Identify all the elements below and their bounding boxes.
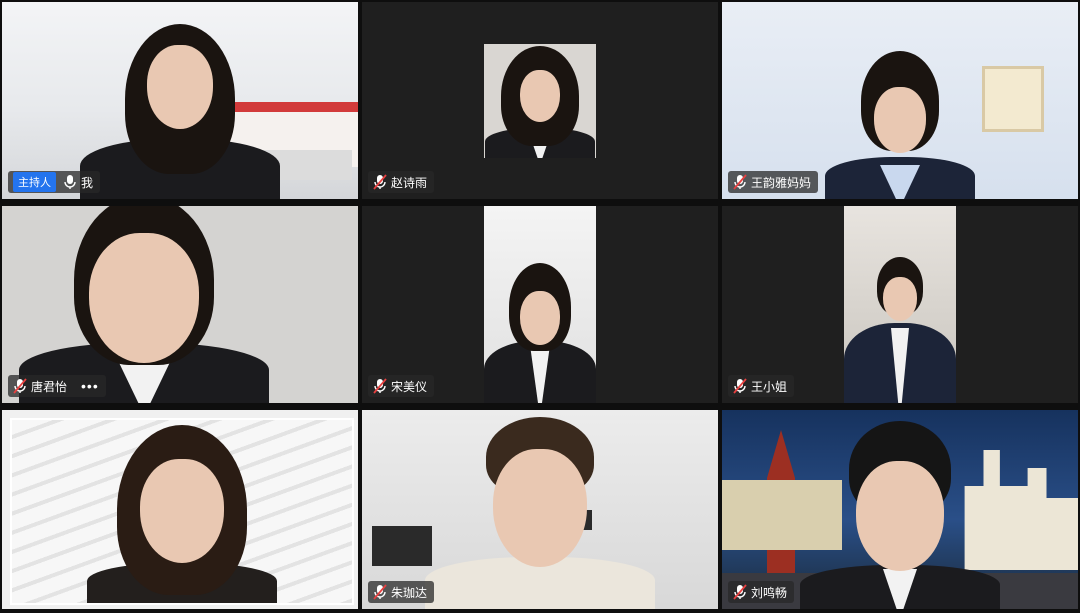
microphone-muted-icon[interactable] — [373, 584, 387, 600]
participant-name: 朱珈达 — [391, 585, 428, 600]
participant-label: 刘鸣畅 — [728, 581, 795, 603]
participant-label: 唐君怡 ••• — [8, 375, 106, 397]
video-tile-7[interactable] — [2, 410, 358, 609]
participant-label: 王小姐 — [728, 375, 795, 397]
participant-video — [844, 206, 956, 403]
participant-label: 宋美仪 — [368, 375, 435, 397]
participant-name: 宋美仪 — [391, 379, 428, 394]
participant-label: 赵诗雨 — [368, 171, 435, 193]
microphone-icon[interactable] — [63, 174, 77, 190]
video-tile-2[interactable]: 赵诗雨 — [362, 2, 718, 199]
microphone-muted-icon[interactable] — [13, 378, 27, 394]
microphone-muted-icon[interactable] — [733, 378, 747, 394]
microphone-muted-icon[interactable] — [733, 174, 747, 190]
video-tile-3[interactable]: 王韵雅妈妈 — [722, 2, 1078, 199]
participant-video — [722, 410, 1078, 609]
video-tile-6[interactable]: 王小姐 — [722, 206, 1078, 403]
video-tile-1[interactable]: 主持人 我 — [2, 2, 358, 199]
participant-label: 朱珈达 — [368, 581, 435, 603]
more-dots-icon[interactable]: ••• — [81, 379, 99, 393]
participant-video — [484, 44, 596, 158]
participant-video — [722, 2, 1078, 199]
participant-video — [2, 206, 358, 403]
participant-video — [484, 206, 596, 403]
host-badge: 主持人 — [13, 172, 56, 192]
participant-label: 王韵雅妈妈 — [728, 171, 819, 193]
participant-name: 赵诗雨 — [391, 175, 428, 190]
video-tile-4[interactable]: 唐君怡 ••• — [2, 206, 358, 403]
participant-label: 主持人 我 — [8, 171, 101, 193]
participant-name: 我 — [81, 175, 94, 190]
microphone-muted-icon[interactable] — [373, 174, 387, 190]
video-tile-8[interactable]: 朱珈达 — [362, 410, 718, 609]
participant-name: 王小姐 — [751, 379, 788, 394]
participant-video — [2, 2, 358, 199]
video-tile-9[interactable]: 刘鸣畅 — [722, 410, 1078, 609]
microphone-muted-icon[interactable] — [733, 584, 747, 600]
participant-name: 唐君怡 — [31, 379, 68, 394]
participant-name: 刘鸣畅 — [751, 585, 788, 600]
microphone-muted-icon[interactable] — [373, 378, 387, 394]
participant-video — [10, 418, 354, 605]
video-tile-5[interactable]: 宋美仪 — [362, 206, 718, 403]
participant-name: 王韵雅妈妈 — [751, 175, 812, 190]
participant-video — [362, 410, 718, 609]
